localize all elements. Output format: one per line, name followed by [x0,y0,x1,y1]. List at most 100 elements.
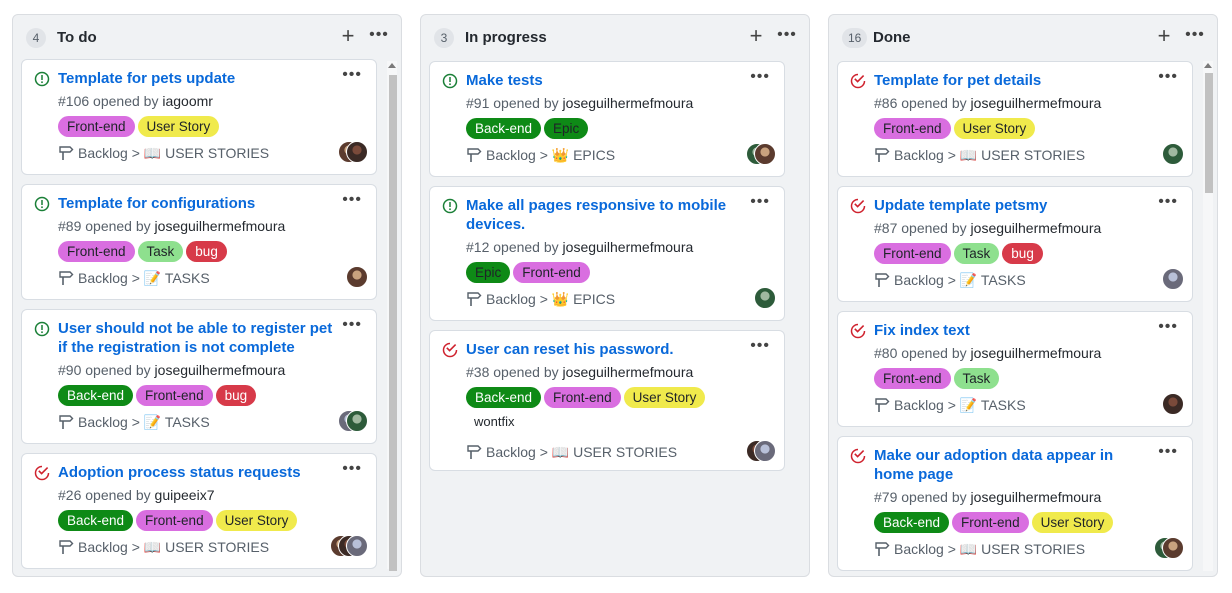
issue-title[interactable]: Template for pet details [874,71,1154,90]
label-front-end[interactable]: Front-end [58,116,135,137]
issue-title[interactable]: Update template petsmy [874,196,1154,215]
issue-card[interactable]: Template for configurations ••• #89 open… [21,184,377,300]
scrollbar-thumb[interactable] [1205,73,1213,193]
scroll-up-arrow-icon[interactable] [1204,63,1212,68]
label-user-story[interactable]: User Story [137,116,220,137]
project-column-name[interactable]: Backlog > 📖 USER STORIES [78,144,269,162]
issue-title[interactable]: Adoption process status requests [58,463,338,482]
label-front-end[interactable]: Front-end [136,385,213,406]
label-task[interactable]: Task [137,241,184,262]
avatar[interactable] [346,535,368,557]
project-column-name[interactable]: Backlog > 📖 USER STORIES [894,146,1085,164]
card-menu-icon[interactable]: ••• [750,338,770,354]
issue-author[interactable]: joseguilhermefmoura [563,95,694,111]
issue-card[interactable]: User should not be able to register pet … [21,309,377,444]
label-front-end[interactable]: Front-end [136,510,213,531]
label-back-end[interactable]: Back-end [874,512,950,533]
add-item-icon[interactable]: + [745,25,767,48]
project-column-name[interactable]: Backlog > 👑 EPICS [486,290,615,308]
column-menu-icon[interactable]: ••• [775,26,799,48]
avatar[interactable] [1162,537,1184,559]
label-back-end[interactable]: Back-end [466,118,542,139]
project-column-name[interactable]: Backlog > 📝 TASKS [894,396,1026,414]
card-menu-icon[interactable]: ••• [342,67,362,83]
card-menu-icon[interactable]: ••• [1158,69,1178,85]
label-user-story[interactable]: User Story [953,118,1036,139]
add-item-icon[interactable]: + [337,25,359,48]
issue-title[interactable]: Make tests [466,71,746,90]
issue-author[interactable]: joseguilhermefmoura [971,95,1102,111]
label-bug[interactable]: bug [186,241,227,262]
project-column-name[interactable]: Backlog > 📖 USER STORIES [78,538,269,556]
scrollbar-thumb[interactable] [389,75,397,571]
card-menu-icon[interactable]: ••• [342,461,362,477]
issue-card[interactable]: Template for pet details ••• #86 opened … [837,61,1193,177]
issue-author[interactable]: joseguilhermefmoura [155,362,286,378]
label-front-end[interactable]: Front-end [874,368,951,389]
label-front-end[interactable]: Front-end [513,262,590,283]
card-menu-icon[interactable]: ••• [342,317,362,333]
card-menu-icon[interactable]: ••• [1158,194,1178,210]
label-front-end[interactable]: Front-end [874,118,951,139]
issue-card[interactable]: Fix index text ••• #80 opened by josegui… [837,311,1193,427]
label-bug[interactable]: bug [215,385,257,406]
project-column-name[interactable]: Backlog > 👑 EPICS [486,146,615,164]
avatar[interactable] [1162,143,1184,165]
label-front-end[interactable]: Front-end [544,387,621,408]
avatar[interactable] [754,143,776,165]
issue-card[interactable]: Make all pages responsive to mobile devi… [429,186,785,321]
add-item-icon[interactable]: + [1153,25,1175,48]
label-user-story[interactable]: User Story [623,387,706,408]
project-column-name[interactable]: Backlog > 📝 TASKS [78,413,210,431]
label-user-story[interactable]: User Story [215,510,298,531]
issue-author[interactable]: joseguilhermefmoura [563,239,694,255]
label-task[interactable]: Task [953,368,1000,389]
project-column-name[interactable]: Backlog > 📝 TASKS [894,271,1026,289]
label-epic[interactable]: Epic [466,262,511,283]
label-wontfix[interactable]: wontfix [474,414,514,430]
issue-title[interactable]: Template for configurations [58,194,338,213]
issue-author[interactable]: joseguilhermefmoura [971,489,1102,505]
issue-title[interactable]: User can reset his password. [466,340,746,359]
card-menu-icon[interactable]: ••• [1158,319,1178,335]
issue-author[interactable]: iagoomr [162,93,213,109]
issue-title[interactable]: Template for pets update [58,69,338,88]
label-back-end[interactable]: Back-end [466,387,542,408]
issue-title[interactable]: User should not be able to register pet … [58,319,338,357]
column-menu-icon[interactable]: ••• [1183,26,1207,48]
avatar[interactable] [346,141,368,163]
issue-title[interactable]: Make all pages responsive to mobile devi… [466,196,746,234]
issue-card[interactable]: User can reset his password. ••• #38 ope… [429,330,785,471]
project-column-name[interactable]: Backlog > 📝 TASKS [78,269,210,287]
issue-card[interactable]: Template for pets update ••• #106 opened… [21,59,377,175]
issue-card[interactable]: Update template petsmy ••• #87 opened by… [837,186,1193,302]
issue-author[interactable]: joseguilhermefmoura [155,218,286,234]
issue-card[interactable]: Adoption process status requests ••• #26… [21,453,377,569]
card-menu-icon[interactable]: ••• [750,69,770,85]
issue-card[interactable]: Make tests ••• #91 opened by joseguilher… [429,61,785,177]
avatar[interactable] [754,287,776,309]
column-menu-icon[interactable]: ••• [367,26,391,48]
label-epic[interactable]: Epic [544,118,589,139]
label-back-end[interactable]: Back-end [58,510,134,531]
card-menu-icon[interactable]: ••• [1158,444,1178,460]
project-column-name[interactable]: Backlog > 📖 USER STORIES [894,540,1085,558]
label-front-end[interactable]: Front-end [58,241,135,262]
label-bug[interactable]: bug [1002,243,1043,264]
label-user-story[interactable]: User Story [1031,512,1114,533]
label-task[interactable]: Task [953,243,1000,264]
project-column-name[interactable]: Backlog > 📖 USER STORIES [486,443,677,461]
avatar[interactable] [1162,393,1184,415]
issue-author[interactable]: joseguilhermefmoura [971,220,1102,236]
issue-author[interactable]: joseguilhermefmoura [563,364,694,380]
scroll-up-arrow-icon[interactable] [388,63,396,68]
issue-title[interactable]: Fix index text [874,321,1154,340]
column-scrollbar[interactable] [387,61,397,571]
label-front-end[interactable]: Front-end [874,243,951,264]
column-scrollbar[interactable] [1203,61,1213,571]
issue-title[interactable]: Make our adoption data appear in home pa… [874,446,1154,484]
avatar[interactable] [754,440,776,462]
label-back-end[interactable]: Back-end [58,385,134,406]
label-front-end[interactable]: Front-end [952,512,1029,533]
card-menu-icon[interactable]: ••• [750,194,770,210]
